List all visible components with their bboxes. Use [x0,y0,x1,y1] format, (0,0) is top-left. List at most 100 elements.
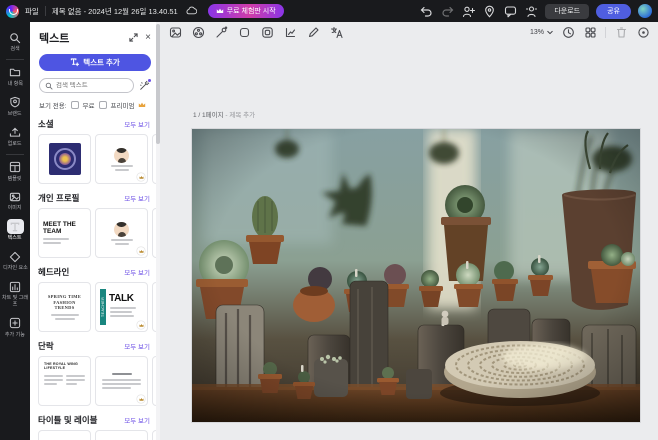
elements-icon [7,249,24,264]
chevron-down-icon [547,30,553,35]
template-thumb-spring-fashion[interactable]: SPRING TIME FASHION TRENDS [38,282,91,332]
see-all-link[interactable]: 모두 보기 [124,193,150,203]
sidebar-item-charts[interactable]: 차트 및 그래프 [0,276,30,313]
sidebar-item-my-items[interactable]: 내 항목 [0,62,30,92]
template-thumb-future-ceo[interactable]: future CEO [38,430,91,440]
see-all-link[interactable]: 모두 보기 [124,341,150,351]
sidebar-item-uploads[interactable]: 업로드 [0,122,30,152]
filter-row: 보기 전용: 무료 프리미엄 [39,100,151,110]
template-thumb-teacher-talk[interactable]: TEACHER TALK [95,282,148,332]
zoom-selector[interactable]: 13% [530,29,553,36]
editor-toolbar: 13% [160,22,658,42]
comments-icon[interactable] [503,4,517,18]
see-all-link[interactable]: 모두 보기 [124,415,150,425]
charts-icon [7,279,24,294]
see-all-link[interactable]: 모두 보기 [124,267,150,277]
text-plus-icon [70,58,79,67]
folder-icon [7,65,24,80]
zoom-level: 13% [530,29,544,36]
canvas-area: 13% 1 / 1페이지 - 제목 추가 [160,22,658,440]
sidebar-item-text[interactable]: 텍스트 [0,216,30,246]
free-label: 무료 [83,100,95,110]
expand-panel-icon[interactable] [129,29,138,47]
template-thumb-paragraph[interactable] [95,356,148,406]
present-icon[interactable] [524,4,538,18]
charts-tool-icon[interactable] [283,25,297,39]
sidebar-item-templates[interactable]: 템플릿 [0,157,30,187]
search-box[interactable] [39,78,134,93]
upload-icon [7,125,24,140]
divider [605,27,606,38]
template-thumb-label-list[interactable] [95,430,148,440]
page-label[interactable]: 1 / 1페이지 - 제목 추가 [193,109,255,119]
close-panel-icon[interactable]: × [145,33,151,43]
premium-crown-badge [137,395,145,403]
add-title-hint[interactable]: - 제목 추가 [225,112,255,119]
user-avatar[interactable] [638,4,652,18]
file-menu[interactable]: 파일 [25,6,39,17]
download-button[interactable]: 다운로드 [545,4,589,19]
apps-icon [7,316,24,331]
panel-scrollbar-thumb[interactable] [156,24,160,144]
section-paragraph: 단락 모두 보기 THE ROYAL WING LIFESTYLE [30,340,160,406]
section-titles-labels: 타이틀 및 레이블 모두 보기 future CEO [30,414,160,440]
images-icon [7,189,24,204]
retouch-tool-icon[interactable] [214,25,228,39]
share-button[interactable]: 공유 [596,4,631,19]
free-trial-label: 무료 체험판 시작 [227,6,276,16]
template-thumb-profile-card[interactable] [95,208,148,258]
frames-tool-icon[interactable] [260,25,274,39]
see-all-link[interactable]: 모두 보기 [124,119,150,129]
sidebar-item-search[interactable]: 검색 [0,27,30,57]
section-headline: 헤드라인 모두 보기 SPRING TIME FASHION TRENDS TE… [30,266,160,332]
filter-active-dot [147,78,152,83]
free-trial-button[interactable]: 무료 체험판 시작 [208,4,284,18]
crop-tool-icon[interactable] [237,25,251,39]
image-tool-icon[interactable] [168,25,182,39]
section-social: 소셜 모두 보기 MEET THE TEAM [30,118,160,184]
add-text-button[interactable]: 텍스트 추가 [39,54,151,71]
section-title: 개인 프로필 [38,192,79,204]
sidebar-item-design-elements[interactable]: 디자인 요소 [0,246,30,276]
emblem-graphic [49,143,81,175]
position-target-icon[interactable] [636,25,650,39]
search-input[interactable] [56,82,126,89]
translate-tool-icon[interactable] [329,25,343,39]
app-sidebar: 검색 내 항목 브랜드 업로드 템플릿 이미지 텍스트 디자인 요소 차트 및 … [0,22,30,440]
premium-label: 프리미엄 [111,100,135,110]
brand-shield-icon [7,95,24,110]
pages-grid-icon[interactable] [583,25,597,39]
free-checkbox[interactable] [71,101,79,109]
premium-checkbox[interactable] [99,101,107,109]
sidebar-item-apps[interactable]: 추가 기능 [0,313,30,343]
cloud-saved-icon [184,4,198,18]
text-icon [7,219,24,234]
section-title: 소셜 [38,118,54,130]
draw-tool-icon[interactable] [306,25,320,39]
document-title[interactable]: 제목 없음 - 2024년 12월 26일 13.40.51 [52,6,178,17]
sidebar-item-images[interactable]: 이미지 [0,186,30,216]
history-icon[interactable] [561,25,575,39]
undo-icon[interactable] [419,4,433,18]
template-thumb-profile-card[interactable] [95,134,148,184]
template-thumb-royal-wing[interactable]: THE ROYAL WING LIFESTYLE [38,356,91,406]
delete-page-icon[interactable] [614,25,628,39]
search-icon [7,30,24,45]
sidebar-item-brand[interactable]: 브랜드 [0,92,30,122]
invite-member-icon[interactable] [461,4,475,18]
location-pin-icon[interactable] [482,4,496,18]
divider [45,6,46,16]
text-panel: 텍스트 × 텍스트 추가 보기 전용: 무료 프리미엄 소셜 모두 보기 [30,22,160,440]
section-title: 타이틀 및 레이블 [38,414,97,426]
canvas-photo[interactable] [192,129,640,422]
filters-tool-icon[interactable] [191,25,205,39]
premium-crown-badge [137,173,145,181]
section-personal-profile: 개인 프로필 모두 보기 MEET THE TEAM Sk [30,192,160,258]
template-thumb-meet-team[interactable]: MEET THE TEAM [38,208,91,258]
redo-icon[interactable] [440,4,454,18]
template-thumb-emblem[interactable] [38,134,91,184]
style-filter-icon[interactable] [138,79,151,92]
vertical-label: TEACHER [100,289,106,325]
portrait-illustration [114,222,129,237]
canva-logo-icon[interactable] [6,5,19,18]
